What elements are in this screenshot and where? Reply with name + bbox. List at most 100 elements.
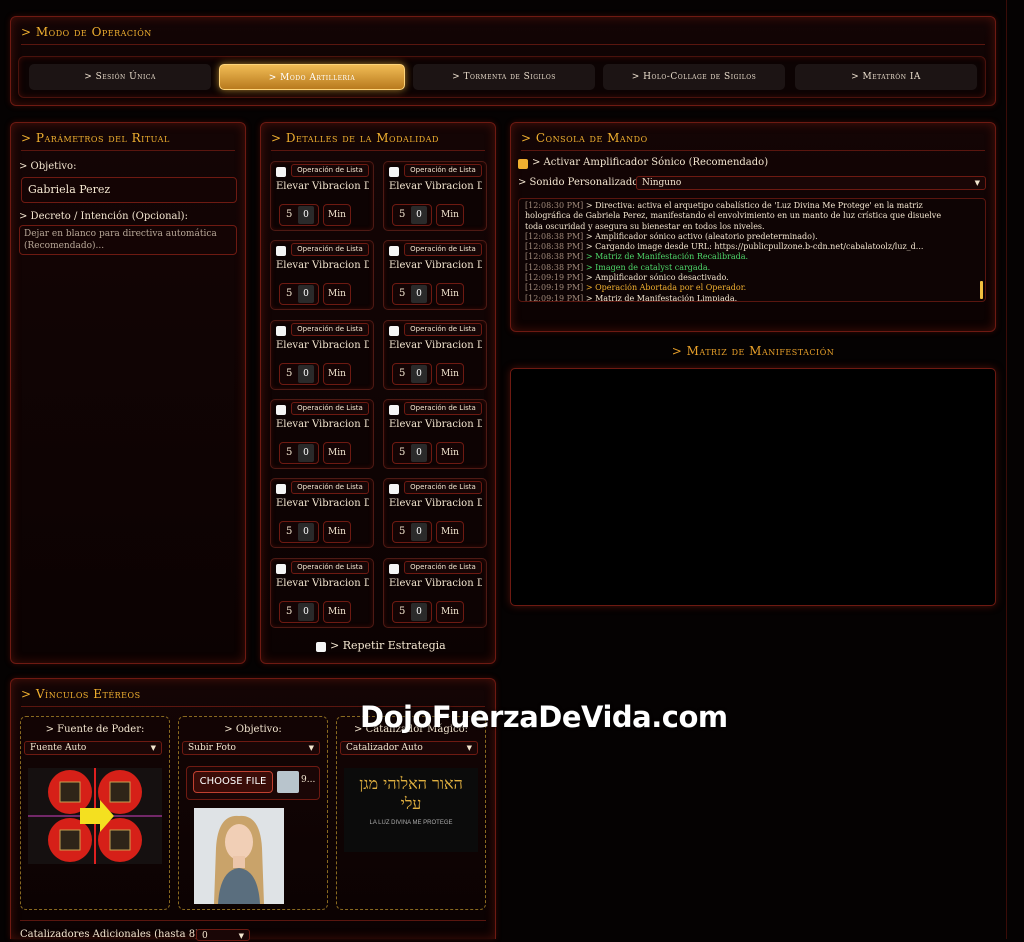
chevron-down-icon: ▼ [238, 932, 244, 940]
card-number-stepper[interactable]: 0 [411, 285, 427, 303]
modality-card: Operación de Lista Elevar Vibracion De 5 0 M… [270, 558, 374, 628]
decree-textarea[interactable]: Dejar en blanco para directiva automátic… [19, 225, 237, 255]
card-unit-select[interactable]: Min [436, 442, 464, 464]
catalyst-select-value: Catalizador Auto [346, 743, 423, 753]
source-select[interactable]: Fuente Auto ▼ [24, 741, 162, 755]
card-number-stepper[interactable]: 0 [298, 206, 314, 224]
tab-holo-collage[interactable]: > Holo-Collage de Sigilos [603, 64, 785, 90]
card-checkbox[interactable] [389, 484, 399, 494]
card-number-stepper[interactable]: 0 [411, 523, 427, 541]
card-operation-label: Operación de Lista [291, 243, 369, 256]
chevron-down-icon: ▼ [974, 179, 980, 187]
log-timestamp: [12:08:38 PM] [525, 252, 584, 262]
card-select[interactable]: Elevar Vibracion De [276, 578, 369, 592]
card-number-stepper[interactable]: 0 [298, 603, 314, 621]
card-select[interactable]: Elevar Vibracion De [276, 260, 369, 274]
card-number-stepper[interactable]: 0 [298, 365, 314, 383]
tab-modo-artilleria[interactable]: > Modo Artilleria [219, 64, 405, 90]
card-checkbox[interactable] [389, 326, 399, 336]
card-unit-select[interactable]: Min [323, 442, 351, 464]
log-timestamp: [12:09:19 PM] [525, 283, 584, 293]
card-number-stepper[interactable]: 0 [298, 523, 314, 541]
card-select[interactable]: Elevar Vibracion De [389, 578, 482, 592]
card-number-stepper[interactable]: 0 [411, 206, 427, 224]
card-select[interactable]: Elevar Vibracion De [389, 181, 482, 195]
console-log[interactable]: [12:08:30 PM] > Directiva: activa el arq… [518, 198, 986, 302]
objective-photo [194, 808, 284, 904]
log-line: [12:09:19 PM] > Amplificador sónico desa… [525, 273, 979, 283]
card-checkbox[interactable] [389, 405, 399, 415]
card-checkbox[interactable] [389, 167, 399, 177]
extra-catalysts-select[interactable]: 0 ▼ [196, 929, 250, 941]
modality-card: Operación de Lista Elevar Vibracion De 5 0 M… [383, 478, 487, 548]
card-unit-select[interactable]: Min [436, 204, 464, 226]
source-label: > Fuente de Poder: [45, 724, 145, 735]
log-line: [12:09:19 PM] > Operación Abortada por e… [525, 283, 979, 293]
card-checkbox[interactable] [276, 484, 286, 494]
card-unit-select[interactable]: Min [323, 363, 351, 385]
card-unit-select[interactable]: Min [436, 521, 464, 543]
modality-card: Operación de Lista Elevar Vibracion De 5 0 M… [270, 399, 374, 469]
amp-checkbox[interactable] [518, 159, 528, 169]
sound-select[interactable]: Ninguno ▼ [636, 176, 986, 190]
modality-card: Operación de Lista Elevar Vibracion De 5 0 M… [383, 161, 487, 231]
card-operation-label: Operación de Lista [291, 561, 369, 574]
choose-file-button[interactable]: CHOOSE FILE [193, 771, 273, 793]
card-checkbox[interactable] [276, 167, 286, 177]
card-unit-select[interactable]: Min [436, 363, 464, 385]
log-message: > Directiva: activa el arquetipo cabalís… [585, 201, 923, 210]
log-line: [12:08:38 PM] > Matriz de Manifestación … [525, 252, 979, 262]
log-timestamp: [12:09:19 PM] [525, 273, 584, 283]
card-select[interactable]: Elevar Vibracion De [276, 340, 369, 354]
card-number-stepper[interactable]: 0 [298, 285, 314, 303]
card-checkbox[interactable] [276, 246, 286, 256]
card-number-stepper[interactable]: 0 [411, 603, 427, 621]
card-unit-select[interactable]: Min [323, 601, 351, 623]
log-message: > Amplificador sónico activo (aleatorio … [585, 231, 818, 241]
card-select[interactable]: Elevar Vibracion De [389, 260, 482, 274]
log-message: > Amplificador sónico desactivado. [585, 273, 729, 283]
card-number-stepper[interactable]: 0 [411, 444, 427, 462]
power-source-image [28, 768, 162, 864]
console-scrollbar[interactable] [980, 281, 983, 299]
matrix-title: > Matriz de Manifestación [671, 344, 835, 358]
hebrew-line-2: עלי [400, 794, 422, 813]
sound-label: > Sonido Personalizado: [518, 177, 642, 188]
card-number-stepper[interactable]: 0 [411, 365, 427, 383]
card-select[interactable]: Elevar Vibracion De [276, 498, 369, 512]
chevron-down-icon: ▼ [308, 744, 314, 752]
log-timestamp: [12:08:38 PM] [525, 262, 584, 272]
card-operation-label: Operación de Lista [404, 402, 482, 415]
card-unit-select[interactable]: Min [436, 601, 464, 623]
card-select[interactable]: Elevar Vibracion De [389, 419, 482, 433]
card-checkbox[interactable] [276, 405, 286, 415]
tab-sesion-unica[interactable]: > Sesión Única [29, 64, 211, 90]
tab-tormenta-sigilos[interactable]: > Tormenta de Sigilos [413, 64, 595, 90]
card-checkbox[interactable] [389, 564, 399, 574]
card-select[interactable]: Elevar Vibracion De [276, 181, 369, 195]
card-checkbox[interactable] [276, 326, 286, 336]
card-select[interactable]: Elevar Vibracion De [389, 498, 482, 512]
photo-select[interactable]: Subir Foto ▼ [182, 741, 320, 755]
repeat-checkbox[interactable] [316, 642, 326, 652]
page-scrollbar-track[interactable] [1006, 0, 1007, 939]
card-operation-label: Operación de Lista [291, 402, 369, 415]
details-title: > Detalles de la Modalidad [271, 129, 485, 151]
card-select[interactable]: Elevar Vibracion De [389, 340, 482, 354]
objective-input[interactable]: Gabriela Perez [21, 177, 237, 203]
card-select[interactable]: Elevar Vibracion De [276, 419, 369, 433]
card-checkbox[interactable] [389, 246, 399, 256]
card-unit-select[interactable]: Min [323, 204, 351, 226]
hebrew-line-1: האור האלוהי מגן [359, 774, 463, 793]
card-number-stepper[interactable]: 0 [298, 444, 314, 462]
tab-metatron-ia[interactable]: > Metatrón IA [795, 64, 977, 90]
log-message: > Matriz de Manifestación Limpiada. [585, 293, 738, 302]
card-unit-select[interactable]: Min [436, 283, 464, 305]
log-timestamp: [12:08:30 PM] [525, 201, 584, 210]
mode-tabs: > Sesión Única > Modo Artilleria > Torme… [18, 56, 986, 98]
card-unit-select[interactable]: Min [323, 521, 351, 543]
card-unit-select[interactable]: Min [323, 283, 351, 305]
params-title: > Parámetros del Ritual [21, 129, 235, 151]
catalyst-select[interactable]: Catalizador Auto ▼ [340, 741, 478, 755]
card-checkbox[interactable] [276, 564, 286, 574]
